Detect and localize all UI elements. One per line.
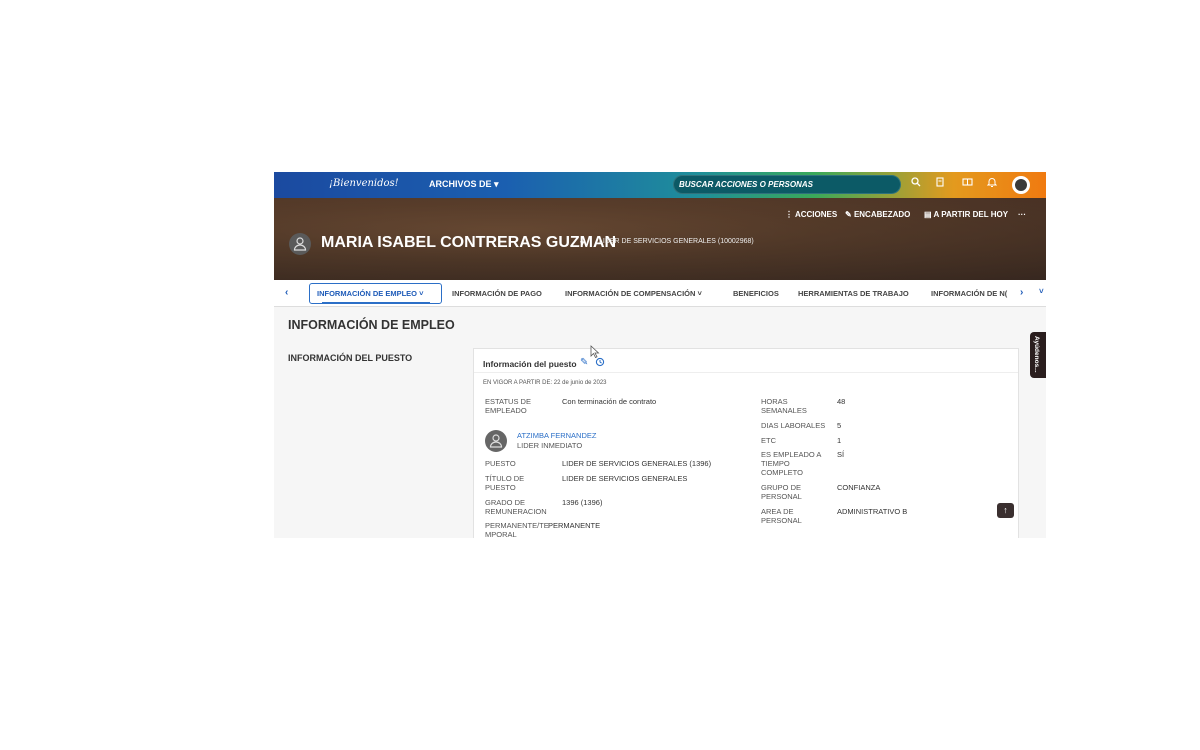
encabezado-button[interactable]: ✎ ENCABEZADO — [845, 210, 910, 219]
field-value-etc: 1 — [837, 436, 842, 445]
chevron-down-icon: ˅ — [419, 289, 424, 298]
field-label-permanente: PERMANENTE/TE MPORAL — [485, 521, 549, 538]
kebab-icon: ⋮ — [785, 210, 793, 219]
field-label-etc: ETC — [761, 436, 776, 445]
company-logo[interactable]: ¡Bienvenidos! — [329, 178, 399, 189]
search-input[interactable]: BUSCAR ACCIONES O PERSONAS — [673, 175, 901, 194]
tab-informacion-compensacion[interactable]: INFORMACIÓN DE COMPENSACIÓN ˅ — [565, 289, 702, 298]
field-value-area: ADMINISTRATIVO B — [837, 507, 908, 516]
field-value-titulo: LIDER DE SERVICIOS GENERALES — [562, 474, 688, 483]
bookmark-icon[interactable] — [932, 177, 948, 193]
field-value-permanente: PERMANENTE — [548, 521, 601, 530]
field-value-horas: 48 — [837, 397, 846, 406]
employee-role: LIDER DE SERVICIOS GENERALES (10002968) — [599, 238, 754, 245]
field-value-puesto: LIDER DE SERVICIOS GENERALES (1396) — [562, 459, 712, 468]
tab-label: INFORMACIÓN DE EMPLEO ˅ — [317, 289, 424, 298]
search-placeholder: BUSCAR ACCIONES O PERSONAS — [679, 180, 813, 189]
field-value-estatus: Con terminación de contrato — [562, 397, 657, 406]
chevron-right-icon[interactable]: › — [1020, 287, 1023, 298]
tab-bar: ‹ INFORMACIÓN DE EMPLEO ˅ INFORMACIÓN DE… — [274, 280, 1046, 307]
calendar-icon: ▤ — [924, 210, 932, 219]
tab-beneficios[interactable]: BENEFICIOS — [733, 289, 779, 298]
field-label-titulo: TÍTULO DE PUESTO — [485, 474, 525, 492]
subsection-label: INFORMACIÓN DEL PUESTO — [288, 353, 413, 363]
manager-name-link[interactable]: ATZIMBA FERNANDEZ — [517, 431, 596, 440]
feedback-side-tab[interactable]: Ayúdenos... — [1030, 332, 1046, 378]
pencil-icon: ✎ — [845, 210, 852, 219]
user-avatar[interactable] — [1012, 176, 1030, 194]
acciones-button[interactable]: ⋮ ACCIONES — [785, 210, 837, 219]
arrow-up-icon: ↑ — [1003, 505, 1008, 515]
employee-avatar-icon — [289, 233, 311, 255]
field-label-puesto: PUESTO — [485, 459, 516, 468]
field-value-grupo: CONFIANZA — [837, 483, 881, 492]
profile-header: ⋮ ACCIONES ✎ ENCABEZADO ▤ A PARTIR DEL H… — [274, 198, 1046, 280]
card-title: Información del puesto — [483, 359, 577, 369]
field-value-grado: 1396 (1396) — [562, 498, 603, 507]
tab-informacion-n[interactable]: INFORMACIÓN DE N( — [931, 289, 1007, 298]
effective-date: EN VIGOR A PARTIR DE: 22 de junio de 202… — [483, 380, 607, 386]
chevron-down-icon: ˅ — [697, 289, 702, 298]
bell-icon[interactable] — [984, 177, 1000, 193]
job-info-card: Información del puesto ✎ EN VIGOR A PART… — [473, 345, 1019, 538]
field-label-estatus: ESTATUS DE EMPLEADO — [485, 397, 531, 415]
divider — [474, 372, 1018, 373]
chevron-left-icon[interactable]: ‹ — [285, 287, 288, 298]
active-tab-indicator — [322, 302, 430, 304]
field-label-area: AREA DE PERSONAL — [761, 507, 802, 525]
field-value-dias: 5 — [837, 421, 842, 430]
chevron-down-icon[interactable]: ˅ — [1039, 287, 1044, 296]
field-label-dias: DIAS LABORALES — [761, 421, 826, 430]
date-button[interactable]: ▤ A PARTIR DEL HOY — [924, 210, 1008, 219]
more-icon[interactable]: ··· — [1018, 210, 1026, 219]
reader-icon[interactable] — [959, 177, 975, 193]
manager-avatar-icon[interactable] — [485, 430, 507, 452]
manager-role: LIDER INMEDIATO — [517, 441, 583, 450]
top-navigation-bar: ¡Bienvenidos! ARCHIVOS DE ▾ BUSCAR ACCIO… — [274, 172, 1046, 198]
chevron-down-icon: ▾ — [494, 179, 499, 189]
search-icon[interactable] — [908, 177, 924, 193]
tab-informacion-pago[interactable]: INFORMACIÓN DE PAGO — [452, 289, 542, 298]
field-value-tiempo-completo: SÍ — [837, 450, 845, 459]
pencil-icon[interactable]: ✎ — [580, 357, 588, 368]
employee-name: MARIA ISABEL CONTRERAS GUZMAN — [321, 234, 617, 251]
field-label-grupo: GRUPO DE PERSONAL — [761, 483, 802, 501]
chevron-down-icon[interactable]: ▾ — [580, 238, 585, 249]
field-label-horas: HORAS SEMANALES — [761, 397, 807, 415]
app-window: ¡Bienvenidos! ARCHIVOS DE ▾ BUSCAR ACCIO… — [274, 172, 1046, 538]
tab-herramientas[interactable]: HERRAMIENTAS DE TRABAJO — [798, 289, 909, 298]
scroll-to-top-button[interactable]: ↑ — [997, 503, 1014, 518]
section-title: INFORMACIÓN DE EMPLEO — [288, 318, 455, 332]
field-label-grado: GRADO DE REMUNERACION — [485, 498, 547, 516]
archivos-menu[interactable]: ARCHIVOS DE ▾ — [429, 179, 499, 190]
archivos-label: ARCHIVOS DE — [429, 179, 492, 189]
field-label-tiempo-completo: ES EMPLEADO A TIEMPO COMPLETO — [761, 450, 822, 477]
